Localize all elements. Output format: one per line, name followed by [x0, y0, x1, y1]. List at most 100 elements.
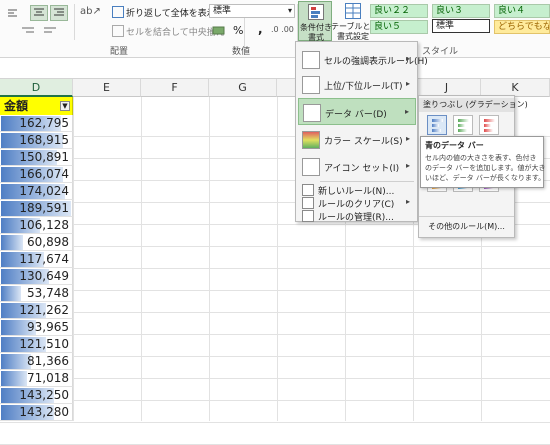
chevron-down-icon: ▾ [287, 6, 292, 15]
amount-value: 121,262 [19, 303, 69, 317]
submenu-arrow-icon: ▸ [405, 197, 410, 206]
amount-cell[interactable]: 150,891 [0, 149, 73, 166]
amount-cell[interactable]: 81,366 [0, 353, 73, 370]
amount-cell[interactable]: 189,591 [0, 200, 73, 217]
amount-cell[interactable]: 117,674 [0, 251, 73, 268]
formula-bar-area [0, 58, 550, 79]
data-bar-style-icon[interactable] [427, 115, 447, 135]
format-as-table-button[interactable]: テーブルとして 書式設定 [331, 1, 386, 41]
style-good-3[interactable]: 良い３ [432, 4, 490, 18]
header-cell-amount[interactable]: 金額 ▼ [0, 97, 73, 115]
conditional-formatting-button[interactable]: 条件付き 書式 [298, 1, 332, 42]
align-right-button[interactable] [50, 5, 68, 21]
column-header-g[interactable]: G [209, 79, 277, 97]
amount-value: 53,748 [27, 286, 69, 300]
amount-value: 162,795 [19, 116, 69, 130]
menu-item-icon-sets[interactable]: アイコン セット(I) ▸ [298, 153, 416, 180]
submenu-arrow-icon: ▸ [405, 79, 410, 88]
amount-cell[interactable]: 143,250 [0, 387, 73, 404]
amount-cell[interactable]: 53,748 [0, 285, 73, 302]
menu-item-label: ルールの管理(R)... [318, 213, 394, 223]
wrap-text-icon [112, 6, 124, 18]
menu-item-label: データ バー(D) [325, 110, 387, 120]
group-number-label: 数値 [232, 47, 251, 57]
grid-row-line [0, 313, 550, 335]
style-good-4[interactable]: 良い４ [494, 4, 550, 18]
color-scales-icon [302, 131, 320, 149]
amount-cell[interactable]: 130,649 [0, 268, 73, 285]
amount-value: 166,074 [19, 167, 69, 181]
amount-value: 189,591 [19, 201, 69, 215]
amount-value: 93,965 [27, 320, 69, 334]
amount-cell[interactable]: 93,965 [0, 319, 73, 336]
menu-item-manage-rules[interactable]: ルールの管理(R)... [298, 209, 416, 223]
conditional-formatting-icon [308, 4, 324, 20]
data-bar-style-icon[interactable] [479, 115, 499, 135]
top-bottom-rules-icon [302, 76, 320, 94]
menu-item-data-bars[interactable]: データ バー(D) ▸ [298, 98, 416, 125]
clear-rules-icon [302, 197, 314, 209]
submenu-divider [419, 216, 514, 217]
icon-sets-icon [302, 158, 320, 176]
column-header-e[interactable]: E [73, 79, 141, 97]
align-left-button[interactable] [2, 6, 28, 20]
amount-value: 121,510 [19, 337, 69, 351]
grid-row-line [0, 379, 550, 401]
menu-item-color-scales[interactable]: カラー スケール(S) ▸ [298, 126, 416, 153]
amount-cell[interactable]: 71,018 [0, 370, 73, 387]
highlight-rules-icon [302, 51, 320, 69]
amount-value: 81,366 [27, 354, 69, 368]
grid-row-line [0, 291, 550, 313]
comma-button[interactable]: , [258, 22, 266, 36]
column-header-d[interactable]: D [0, 79, 73, 97]
amount-cell[interactable]: 121,262 [0, 302, 73, 319]
decimal-buttons[interactable]: .0 .00 [271, 25, 295, 37]
amount-cell[interactable]: 166,074 [0, 166, 73, 183]
group-alignment-label: 配置 [110, 47, 129, 57]
filter-dropdown-icon[interactable]: ▼ [60, 101, 70, 111]
amount-value: 71,018 [27, 371, 69, 385]
data-bar [1, 235, 23, 250]
table-icon [345, 3, 361, 19]
indent-buttons[interactable] [20, 24, 64, 38]
data-bar [1, 286, 21, 301]
submenu-arrow-icon: ▸ [405, 134, 410, 143]
grid-row-line [0, 423, 550, 445]
data-bars-icon [303, 104, 321, 122]
more-rules-link[interactable]: その他のルール(M)... [419, 221, 514, 235]
amount-value: 168,915 [19, 133, 69, 147]
amount-value: 106,128 [19, 218, 69, 232]
conditional-formatting-menu: セルの強調表示ルール(H) ▸ 上位/下位ルール(T) ▸ データ バー(D) … [295, 41, 428, 223]
amount-cell[interactable]: 162,795 [0, 115, 73, 132]
data-bar-style-icon[interactable] [453, 115, 473, 135]
menu-item-new-rule[interactable]: 新しいルール(N)... [298, 183, 416, 197]
currency-button[interactable] [212, 24, 226, 38]
amount-cell[interactable]: 174,024 [0, 183, 73, 200]
menu-item-clear-rules[interactable]: ルールのクリア(C) ▸ [298, 196, 416, 210]
merge-center-label: セルを結合して中央揃え [126, 28, 225, 38]
tooltip-line-1: セル内の値の大きさを表す、色付き [425, 154, 537, 162]
percent-button[interactable]: % [233, 24, 245, 38]
new-rule-icon [302, 184, 314, 196]
amount-cell[interactable]: 121,510 [0, 336, 73, 353]
style-normal[interactable]: 標準 [432, 19, 490, 33]
manage-rules-icon [302, 210, 314, 222]
amount-cell[interactable]: 143,280 [0, 404, 73, 421]
menu-item-top-bottom-rules[interactable]: 上位/下位ルール(T) ▸ [298, 70, 416, 98]
style-neutral[interactable]: どちらでもな [494, 20, 550, 34]
orientation-icon[interactable]: ab↗ [80, 6, 102, 20]
amount-cell[interactable]: 106,128 [0, 217, 73, 234]
amount-value: 60,898 [27, 235, 69, 249]
amount-cell[interactable]: 60,898 [0, 234, 73, 251]
style-good-22[interactable]: 良い２２ [370, 4, 428, 18]
amount-cell[interactable]: 168,915 [0, 132, 73, 149]
amount-value: 150,891 [19, 150, 69, 164]
tooltip-line-3: いほど、データ バーが長くなります。 [425, 174, 546, 182]
style-good-5[interactable]: 良い５ [370, 20, 428, 34]
amount-value: 117,674 [19, 252, 69, 266]
align-center-button[interactable] [30, 5, 48, 21]
number-format-select[interactable]: 標準 ▾ [209, 4, 295, 18]
group-styles-label: スタイル [422, 47, 459, 57]
submenu-arrow-icon: ▸ [405, 54, 410, 63]
column-header-f[interactable]: F [141, 79, 209, 97]
